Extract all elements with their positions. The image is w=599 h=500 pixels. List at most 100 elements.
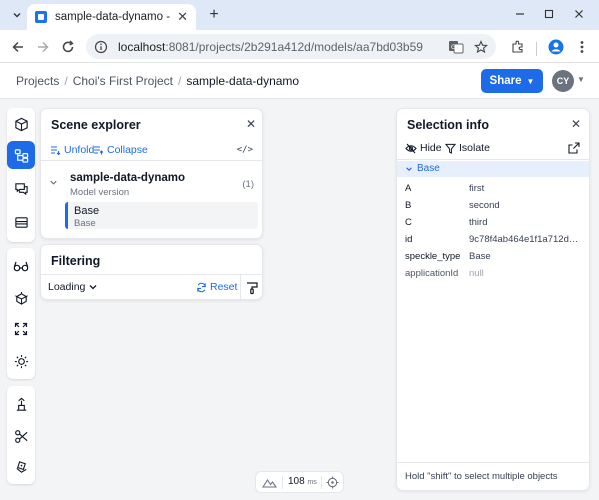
reset-button[interactable]: Reset bbox=[196, 281, 237, 293]
browser-menu-icon[interactable] bbox=[572, 37, 592, 57]
view-modes-tool-button[interactable] bbox=[7, 252, 35, 280]
reset-label: Reset bbox=[210, 281, 238, 293]
scene-tree-icon bbox=[14, 148, 28, 163]
collapse-button[interactable]: Collapse bbox=[93, 144, 148, 156]
share-button[interactable]: Share ▼ bbox=[481, 69, 543, 93]
chevron-down-icon[interactable] bbox=[49, 178, 58, 189]
collapse-icon bbox=[94, 146, 104, 155]
avatar[interactable]: CY bbox=[552, 70, 574, 92]
chevron-down-icon bbox=[89, 285, 97, 290]
address-bar[interactable]: localhost:8081/projects/2b291a412d/model… bbox=[86, 34, 496, 59]
selection-actions: Hide Isolate bbox=[397, 138, 589, 160]
reload-button[interactable] bbox=[58, 37, 78, 57]
maximize-button[interactable] bbox=[538, 4, 560, 24]
random-tool-button[interactable] bbox=[7, 453, 35, 481]
property-value: third bbox=[469, 217, 488, 228]
property-value: null bbox=[469, 268, 484, 279]
property-row: id 9c78f4ab464e1f1a712d82... bbox=[397, 232, 589, 249]
frame-time: 108 ms bbox=[288, 476, 317, 487]
profile-icon[interactable] bbox=[546, 37, 566, 57]
browser-tab[interactable]: sample-data-dynamo - Choi's ✕ bbox=[27, 4, 196, 30]
filter-property-select[interactable]: Loading bbox=[48, 281, 98, 293]
zoom-extents-tool-button[interactable] bbox=[7, 315, 35, 343]
close-window-button[interactable] bbox=[568, 4, 590, 24]
translate-icon[interactable]: G bbox=[448, 34, 464, 59]
property-row: B second bbox=[397, 198, 589, 215]
selection-info-panel: Selection info ✕ Hide Isolate Base A fir… bbox=[396, 108, 590, 491]
tool-group-view bbox=[7, 248, 35, 379]
arrow-left-icon bbox=[12, 41, 23, 53]
browser-tab-bar: sample-data-dynamo - Choi's ✕ + bbox=[0, 0, 599, 30]
forward-button[interactable] bbox=[33, 37, 53, 57]
models-tool-button[interactable] bbox=[7, 110, 35, 138]
scene-actions: Unfold Collapse </> bbox=[41, 141, 262, 161]
unfold-button[interactable]: Unfold bbox=[50, 144, 94, 156]
eye-off-icon bbox=[405, 143, 417, 153]
model-tree-row[interactable]: sample-data-dynamo Model version (1) bbox=[41, 169, 262, 199]
cube-icon bbox=[14, 117, 28, 131]
property-key: C bbox=[405, 217, 412, 228]
discussions-tool-button[interactable] bbox=[7, 174, 35, 202]
crosshair-icon[interactable] bbox=[326, 476, 339, 489]
extensions-icon[interactable] bbox=[508, 37, 528, 57]
group-label: Base bbox=[405, 163, 440, 174]
chevron-down-icon bbox=[13, 13, 21, 18]
divider bbox=[240, 275, 241, 301]
code-view-icon[interactable]: </> bbox=[237, 145, 253, 155]
tree-item-base[interactable]: Base Base bbox=[65, 202, 258, 229]
views-tool-button[interactable] bbox=[7, 208, 35, 236]
isolate-button[interactable]: Isolate bbox=[445, 142, 490, 154]
property-value: 9c78f4ab464e1f1a712d82... bbox=[469, 234, 581, 245]
back-button[interactable] bbox=[8, 37, 28, 57]
divider bbox=[321, 476, 322, 489]
favicon-icon bbox=[35, 11, 47, 23]
property-value: second bbox=[469, 200, 500, 211]
close-icon[interactable]: ✕ bbox=[571, 117, 581, 131]
scene-explorer-panel: Scene explorer ✕ Unfold Collapse </> sam… bbox=[40, 108, 263, 239]
performance-bar: 108 ms bbox=[255, 471, 344, 493]
close-icon[interactable]: ✕ bbox=[246, 117, 256, 131]
chevron-down-icon[interactable]: ▼ bbox=[577, 75, 585, 84]
isolate-label: Isolate bbox=[459, 142, 490, 154]
chevron-down-icon bbox=[406, 166, 412, 171]
tree-item-name: Base bbox=[74, 205, 100, 217]
tree-item-type: Base bbox=[74, 218, 96, 229]
site-info-icon[interactable] bbox=[94, 40, 108, 54]
scissors-icon bbox=[14, 429, 27, 443]
bookmark-star-icon[interactable] bbox=[474, 34, 488, 59]
explode-icon bbox=[14, 291, 28, 305]
section-tool-button[interactable] bbox=[7, 422, 35, 450]
scene-explorer-tool-button[interactable] bbox=[7, 141, 35, 169]
toolbar-divider bbox=[536, 42, 537, 56]
breadcrumb: Projects / Choi's First Project / sample… bbox=[16, 63, 299, 99]
filter-controls: Loading Reset bbox=[41, 274, 262, 301]
breadcrumb-projects[interactable]: Projects bbox=[16, 74, 59, 88]
url-path: :8081/projects/2b291a412d/models/aa7bd03… bbox=[165, 39, 423, 54]
property-key: applicationId bbox=[405, 268, 459, 279]
breadcrumb-project[interactable]: Choi's First Project bbox=[73, 74, 173, 88]
paint-brush-icon[interactable] bbox=[245, 281, 259, 295]
minimize-icon bbox=[516, 13, 524, 15]
app-header: Projects / Choi's First Project / sample… bbox=[0, 63, 599, 99]
property-value: Base bbox=[469, 251, 491, 262]
measure-tool-button[interactable] bbox=[7, 390, 35, 418]
property-row: applicationId null bbox=[397, 266, 589, 283]
tab-search-button[interactable] bbox=[6, 5, 28, 25]
explode-tool-button[interactable] bbox=[7, 284, 35, 312]
panel-title: Filtering bbox=[51, 254, 101, 268]
new-tab-button[interactable]: + bbox=[204, 5, 224, 25]
svg-text:G: G bbox=[451, 44, 456, 51]
mountains-icon[interactable] bbox=[262, 476, 277, 489]
breadcrumb-separator: / bbox=[178, 74, 182, 88]
close-tab-icon[interactable]: ✕ bbox=[177, 9, 188, 25]
property-group-base[interactable]: Base bbox=[397, 161, 589, 177]
minimize-button[interactable] bbox=[509, 4, 531, 24]
maximize-icon bbox=[544, 9, 554, 19]
hide-button[interactable]: Hide bbox=[405, 142, 442, 154]
filter-select-value: Loading bbox=[48, 281, 86, 293]
open-external-icon[interactable] bbox=[568, 142, 580, 154]
model-name: sample-data-dynamo bbox=[70, 172, 186, 184]
tool-group-panels bbox=[7, 108, 35, 242]
light-tool-button[interactable] bbox=[7, 347, 35, 375]
unfold-label: Unfold bbox=[64, 144, 95, 156]
